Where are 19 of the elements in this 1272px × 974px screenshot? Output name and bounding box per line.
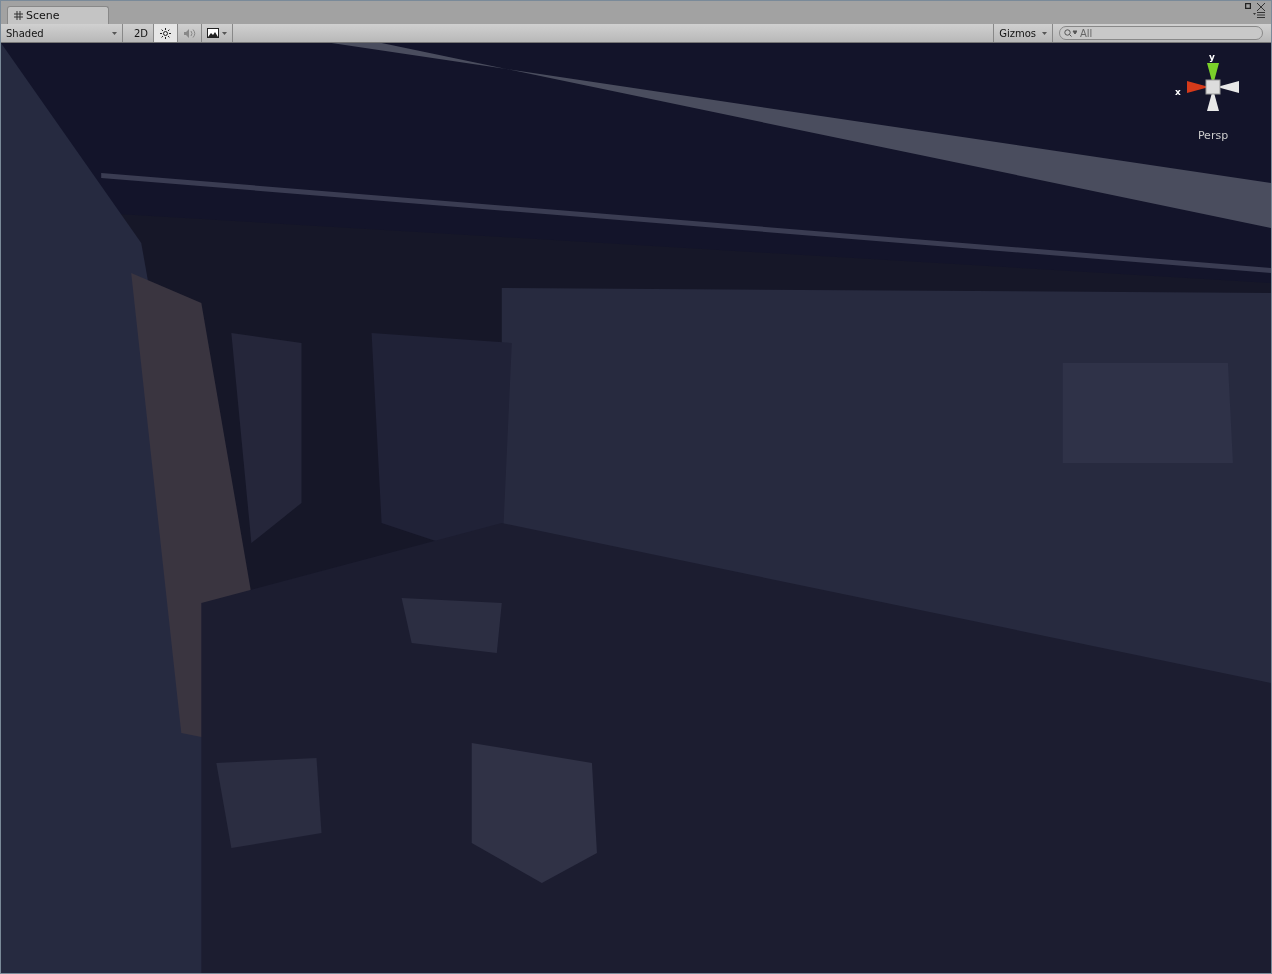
- projection-label[interactable]: Persp: [1197, 129, 1229, 142]
- grid-icon: [14, 11, 23, 20]
- scene-tab[interactable]: Scene: [7, 6, 109, 24]
- caret-icon: [112, 31, 117, 35]
- close-icon[interactable]: [1257, 3, 1265, 11]
- search-icon: [1064, 29, 1077, 37]
- sun-icon: [160, 27, 172, 39]
- caret-icon: [1042, 31, 1047, 35]
- image-icon: [207, 28, 220, 38]
- speaker-icon: [183, 27, 197, 39]
- menu-icon[interactable]: [1253, 12, 1265, 18]
- maximize-icon[interactable]: [1245, 3, 1251, 9]
- y-axis-label: y: [1209, 52, 1215, 62]
- light-toggle[interactable]: [154, 24, 179, 42]
- draw-mode-dropdown[interactable]: Shaded: [1, 24, 123, 42]
- search-field[interactable]: All: [1059, 26, 1263, 40]
- x-axis-label: x: [1175, 87, 1181, 97]
- caret-icon: [222, 31, 228, 35]
- gizmos-dropdown[interactable]: Gizmos: [993, 24, 1053, 42]
